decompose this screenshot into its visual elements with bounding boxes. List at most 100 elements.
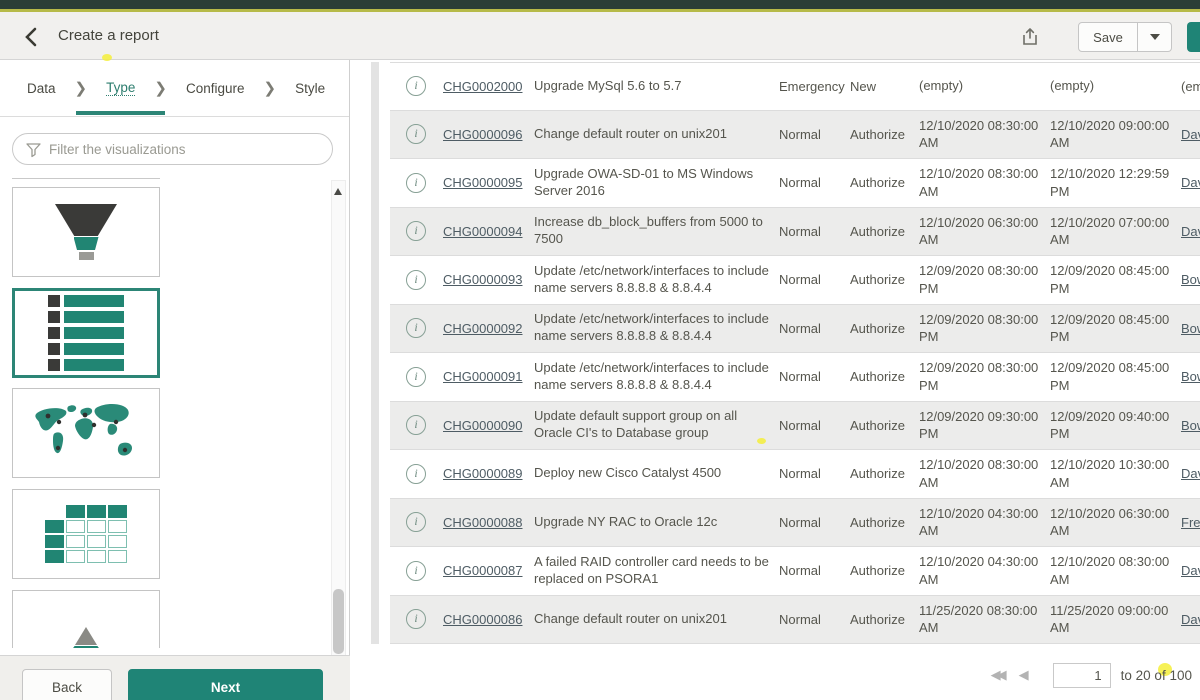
info-icon[interactable]: i [406, 464, 426, 484]
viz-card-pyramid[interactable] [12, 590, 160, 648]
assigned-to-link[interactable]: Dav [1181, 127, 1200, 142]
start-date-cell: 12/10/2020 06:30:00 AM [919, 214, 1043, 249]
info-icon[interactable]: i [406, 221, 426, 241]
priority-cell: Normal [779, 612, 843, 627]
change-number-link[interactable]: CHG0000091 [443, 369, 527, 384]
assigned-to-link[interactable]: Fre [1181, 515, 1200, 530]
table-row[interactable]: i CHG0000092 Update /etc/network/interfa… [390, 305, 1200, 354]
save-dropdown-button[interactable] [1138, 22, 1172, 52]
info-icon[interactable]: i [406, 415, 426, 435]
short-description-cell: Deploy new Cisco Catalyst 4500 [534, 465, 772, 482]
assigned-to-link[interactable]: Bow [1181, 272, 1200, 287]
table-row[interactable]: i CHG0002000 Upgrade MySql 5.6 to 5.7 Em… [390, 62, 1200, 111]
assigned-to-link[interactable]: Bow [1181, 369, 1200, 384]
assigned-to-link[interactable]: Bow [1181, 418, 1200, 433]
priority-cell: Normal [779, 321, 843, 336]
start-date-cell: (empty) [919, 77, 1043, 95]
table-row[interactable]: i CHG0000087 A failed RAID controller ca… [390, 547, 1200, 596]
wizard-step-type[interactable]: Type [106, 80, 135, 96]
priority-cell: Normal [779, 369, 843, 384]
wizard-step-configure[interactable]: Configure [186, 81, 245, 96]
table-row[interactable]: i CHG0000089 Deploy new Cisco Catalyst 4… [390, 450, 1200, 499]
table-row[interactable]: i CHG0000090 Update default support grou… [390, 402, 1200, 451]
table-row[interactable]: i CHG0000093 Update /etc/network/interfa… [390, 256, 1200, 305]
assigned-to-link[interactable]: Dav [1181, 612, 1200, 627]
wizard-step-style[interactable]: Style [295, 81, 325, 96]
start-date-cell: 12/09/2020 08:30:00 PM [919, 311, 1043, 346]
wizard-step-data[interactable]: Data [27, 81, 56, 96]
info-icon[interactable]: i [406, 609, 426, 629]
filter-visualizations-input[interactable] [12, 133, 333, 165]
priority-cell: Emergency [779, 79, 843, 94]
state-cell: Authorize [850, 466, 912, 481]
app-canvas: Create a report Save Data❯Type❯Configure… [0, 0, 1200, 700]
state-cell: Authorize [850, 127, 912, 142]
info-icon[interactable]: i [406, 173, 426, 193]
world-map-icon [28, 400, 144, 466]
start-date-cell: 11/25/2020 08:30:00 AM [919, 602, 1043, 637]
funnel-chart-icon [55, 204, 117, 260]
state-cell: Authorize [850, 321, 912, 336]
table-row[interactable]: i CHG0000086 Change default router on un… [390, 596, 1200, 645]
change-number-link[interactable]: CHG0000095 [443, 175, 527, 190]
scrollbar-thumb[interactable] [333, 589, 344, 654]
next-button[interactable]: Next [128, 669, 323, 700]
short-description-cell: A failed RAID controller card needs to b… [534, 554, 772, 588]
table-row[interactable]: i CHG0000095 Upgrade OWA-SD-01 to MS Win… [390, 159, 1200, 208]
state-cell: Authorize [850, 272, 912, 287]
change-number-link[interactable]: CHG0000086 [443, 612, 527, 627]
change-number-link[interactable]: CHG0000090 [443, 418, 527, 433]
assigned-to-link[interactable]: Bow [1181, 321, 1200, 336]
start-date-cell: 12/09/2020 08:30:00 PM [919, 359, 1043, 394]
table-row[interactable]: i CHG0000096 Change default router on un… [390, 111, 1200, 160]
save-button[interactable]: Save [1078, 22, 1138, 52]
start-date-cell: 12/10/2020 04:30:00 AM [919, 553, 1043, 588]
table-row[interactable]: i CHG0000088 Upgrade NY RAC to Oracle 12… [390, 499, 1200, 548]
viz-card-world-map[interactable] [12, 388, 160, 478]
assigned-to-link[interactable]: Dav [1181, 224, 1200, 239]
back-chevron-icon[interactable] [20, 25, 44, 49]
assigned-to-link[interactable]: Dav [1181, 175, 1200, 190]
short-description-cell: Upgrade NY RAC to Oracle 12c [534, 514, 772, 531]
assigned-to-link[interactable]: Dav [1181, 466, 1200, 481]
viz-card-list[interactable] [12, 288, 160, 378]
wizard-breadcrumb: Data❯Type❯Configure❯Style [0, 60, 349, 117]
start-date-cell: 12/09/2020 08:30:00 PM [919, 262, 1043, 297]
end-date-cell: 12/09/2020 09:40:00 PM [1050, 408, 1174, 443]
info-icon[interactable]: i [406, 270, 426, 290]
change-number-link[interactable]: CHG0000092 [443, 321, 527, 336]
page-number-input[interactable] [1053, 663, 1111, 688]
viz-card-heatmap-table[interactable] [12, 489, 160, 579]
change-number-link[interactable]: CHG0000094 [443, 224, 527, 239]
clipped-action-button[interactable] [1187, 22, 1200, 52]
row-range-label: to 20 of 100 [1121, 668, 1192, 683]
info-icon[interactable]: i [406, 76, 426, 96]
back-button[interactable]: Back [22, 669, 112, 700]
priority-cell: Normal [779, 224, 843, 239]
caret-down-icon [1150, 34, 1160, 40]
change-number-link[interactable]: CHG0000089 [443, 466, 527, 481]
info-icon[interactable]: i [406, 124, 426, 144]
share-icon[interactable] [1018, 25, 1042, 49]
first-page-button[interactable]: ◀◀ [991, 667, 1003, 683]
change-number-link[interactable]: CHG0002000 [443, 79, 527, 94]
previous-page-button[interactable]: ◀ [1019, 667, 1029, 683]
sidebar-scrollbar[interactable] [331, 180, 346, 700]
info-icon[interactable]: i [406, 367, 426, 387]
change-number-link[interactable]: CHG0000088 [443, 515, 527, 530]
scroll-up-arrow-icon[interactable] [334, 187, 342, 195]
info-icon[interactable]: i [406, 318, 426, 338]
report-designer-sidebar: Data❯Type❯Configure❯Style [0, 60, 350, 655]
change-number-link[interactable]: CHG0000093 [443, 272, 527, 287]
viz-card-funnel[interactable] [12, 187, 160, 277]
start-date-cell: 12/10/2020 08:30:00 AM [919, 456, 1043, 491]
table-row[interactable]: i CHG0000091 Update /etc/network/interfa… [390, 353, 1200, 402]
change-number-link[interactable]: CHG0000087 [443, 563, 527, 578]
info-icon[interactable]: i [406, 512, 426, 532]
change-number-link[interactable]: CHG0000096 [443, 127, 527, 142]
assigned-to-link[interactable]: Dav [1181, 563, 1200, 578]
wizard-footer: Back Next [0, 655, 350, 700]
table-row[interactable]: i CHG0000094 Increase db_block_buffers f… [390, 208, 1200, 257]
info-icon[interactable]: i [406, 561, 426, 581]
change-request-rows: i CHG0002000 Upgrade MySql 5.6 to 5.7 Em… [390, 62, 1200, 644]
